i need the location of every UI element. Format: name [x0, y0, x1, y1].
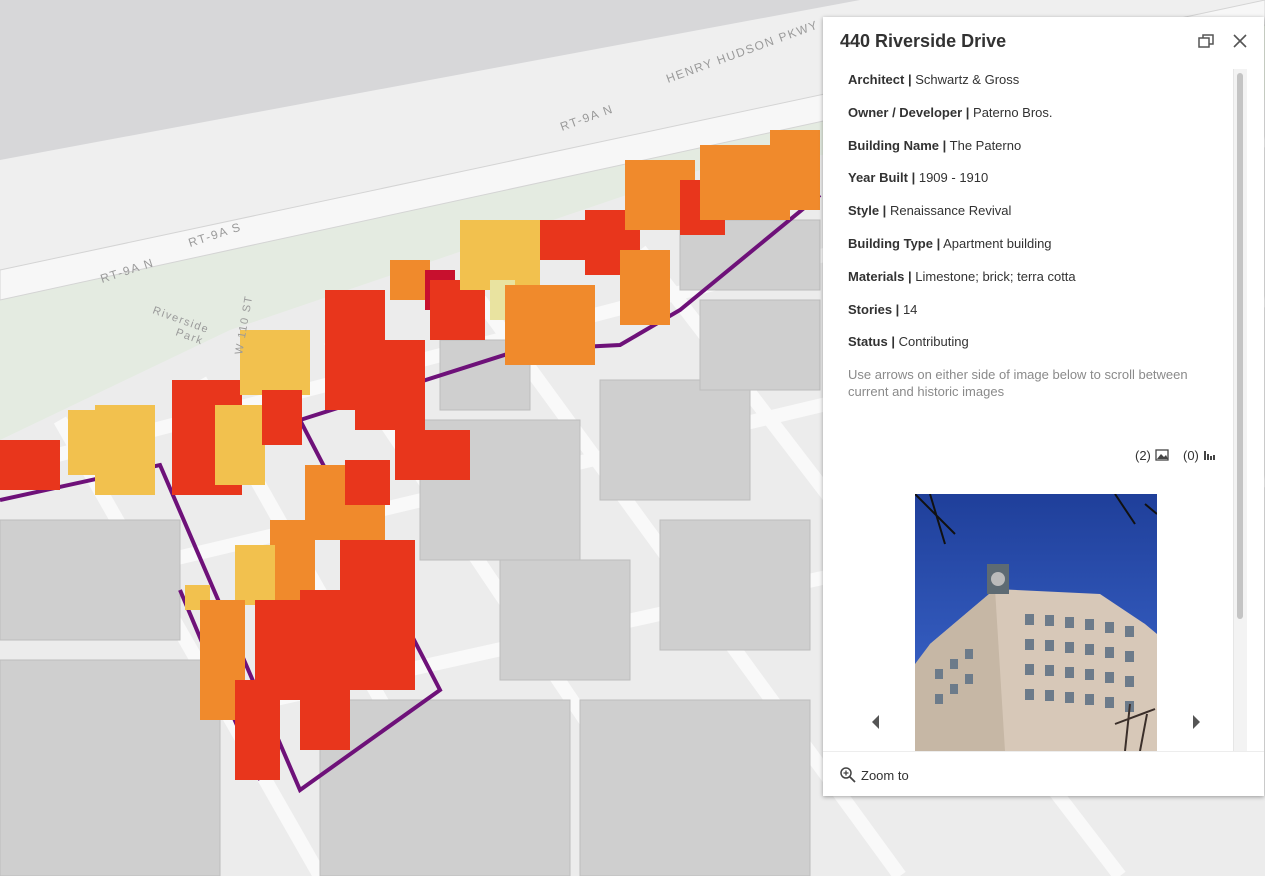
image-scroll-hint: Use arrows on either side of image below… — [848, 367, 1188, 399]
attribute-value: 1909 - 1910 — [918, 170, 989, 185]
attribute-label: Building Type | — [848, 236, 941, 251]
attribute-value: Apartment building — [943, 236, 1052, 251]
attribute-owner-developer: Owner / Developer | Paterno Bros. — [848, 105, 1053, 120]
attribute-value: Renaissance Revival — [889, 203, 1012, 218]
attribute-building-type: Building Type | Apartment building — [848, 236, 1052, 251]
image-icon — [1154, 449, 1169, 461]
attribute-value: 14 — [902, 302, 918, 317]
scrollbar-thumb[interactable] — [1237, 73, 1243, 619]
feature-popup[interactable]: 440 Riverside Drive Architect | Schwartz… — [823, 17, 1264, 796]
chart-count-label: (0) — [1183, 448, 1199, 463]
bar-chart-icon — [1203, 451, 1215, 460]
attribute-label: Year Built | — [848, 170, 916, 185]
attribute-year-built: Year Built | 1909 - 1910 — [848, 170, 988, 185]
attribute-label: Stories | — [848, 302, 900, 317]
attribute-architect: Architect | Schwartz & Gross — [848, 72, 1019, 87]
zoom-to-button[interactable]: Zoom to — [839, 766, 909, 784]
attribute-status: Status | Contributing — [848, 334, 969, 349]
attribute-label: Style | — [848, 203, 887, 218]
image-count-label: (2) — [1135, 448, 1151, 463]
attribute-materials: Materials | Limestone; brick; terra cott… — [848, 269, 1076, 284]
dock-icon[interactable] — [1195, 30, 1217, 52]
attribute-value: Paterno Bros. — [973, 105, 1053, 120]
popup-content: Architect | Schwartz & Gross Owner / Dev… — [823, 69, 1227, 751]
popup-title: 440 Riverside Drive — [840, 31, 1007, 51]
attribute-label: Owner / Developer | — [848, 105, 970, 120]
zoom-to-label: Zoom to — [861, 767, 909, 783]
attribute-value: Schwartz & Gross — [915, 72, 1020, 87]
popup-header: 440 Riverside Drive — [823, 17, 1264, 65]
media-chart-count[interactable]: (0) — [1183, 448, 1215, 463]
attribute-label: Materials | — [848, 269, 912, 284]
attribute-label: Building Name | — [848, 138, 947, 153]
zoom-in-icon — [840, 767, 856, 783]
caret-left-icon[interactable] — [866, 712, 886, 732]
attribute-label: Architect | — [848, 72, 912, 87]
close-icon[interactable] — [1229, 30, 1251, 52]
attribute-stories: Stories | 14 — [848, 302, 917, 317]
building-photo — [915, 494, 1157, 751]
attribute-value: Limestone; brick; terra cotta — [915, 269, 1076, 284]
attribute-style: Style | Renaissance Revival — [848, 203, 1011, 218]
media-image-count[interactable]: (2) — [1135, 448, 1169, 463]
attribute-value: The Paterno — [949, 138, 1022, 153]
popup-scrollbar[interactable] — [1233, 69, 1247, 751]
attribute-value: Contributing — [898, 334, 969, 349]
popup-actions: Zoom to — [823, 751, 1264, 797]
caret-right-icon[interactable] — [1186, 712, 1206, 732]
attribute-building-name: Building Name | The Paterno — [848, 138, 1021, 153]
attribute-label: Status | — [848, 334, 895, 349]
